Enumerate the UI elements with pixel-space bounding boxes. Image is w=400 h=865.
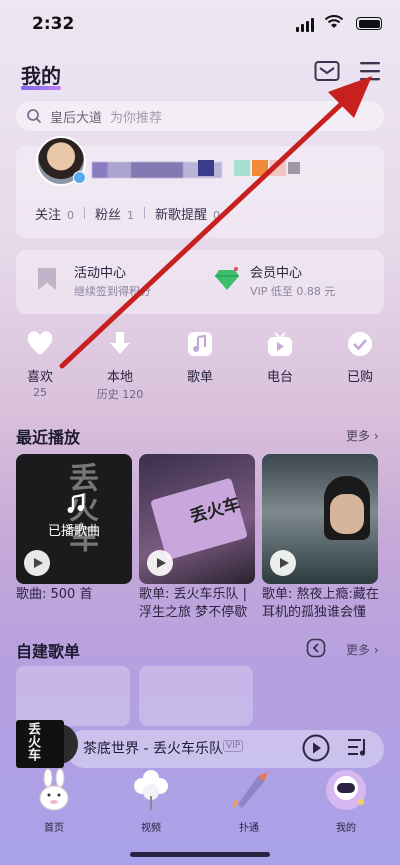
quick-radio[interactable]: 电台	[250, 330, 310, 385]
wifi-icon	[324, 15, 344, 28]
rocket-icon	[232, 772, 268, 808]
music-note-icon	[67, 493, 85, 513]
title-underline	[21, 86, 61, 90]
tab-video[interactable]: 视频	[116, 768, 186, 834]
profile-card[interactable]: 关注 0 粉丝 1 新歌提醒 0	[16, 136, 384, 238]
top-bar: 我的	[0, 56, 400, 92]
mini-player[interactable]: 丢火车 茶底世界 - 丢火车乐队 VIP	[0, 720, 400, 772]
menu-icon[interactable]	[358, 60, 382, 82]
import-icon[interactable]	[306, 638, 326, 658]
playlist-placeholder[interactable]	[139, 666, 253, 726]
played-songs-overlay: 已播歌曲	[47, 524, 100, 539]
section-recent-title: 最近播放	[16, 428, 81, 447]
recent-tile-songs[interactable]: 丢火车 已播歌曲	[16, 454, 132, 584]
search-query: 皇后大道	[50, 110, 103, 126]
flower-icon	[134, 770, 168, 810]
quick-local[interactable]: 本地 历史 120	[90, 330, 150, 402]
created-more-link[interactable]: 更多 ›	[346, 641, 379, 658]
home-indicator	[130, 852, 270, 857]
vip-badge: VIP	[223, 740, 244, 752]
status-bar: 2:32	[0, 0, 400, 46]
message-icon[interactable]	[314, 60, 340, 82]
battery-icon	[356, 17, 382, 30]
avatar[interactable]	[36, 136, 86, 186]
bookmark-icon	[38, 268, 56, 290]
quick-playlist[interactable]: 歌单	[170, 330, 230, 385]
activity-center-button[interactable]: 活动中心 继续签到得积分	[74, 262, 151, 299]
quick-purchased[interactable]: 已购	[330, 330, 390, 385]
quick-like[interactable]: 喜欢 25	[10, 330, 70, 399]
level-badges	[198, 160, 300, 176]
tab-bar: 首页 视频 扑通 我的	[0, 768, 400, 834]
section-created-title: 自建歌单	[16, 642, 81, 661]
search-hint: 为你推荐	[110, 110, 163, 126]
play-icon[interactable]	[302, 734, 330, 762]
recent-caption-3: 歌单: 熬夜上瘾:藏在耳机的孤独谁会懂	[262, 587, 379, 620]
check-icon	[348, 332, 372, 356]
clock: 2:32	[32, 14, 75, 34]
recent-tile-playlist-band[interactable]: 丢火车	[139, 454, 255, 584]
playlist-placeholder[interactable]	[16, 666, 130, 726]
download-icon	[110, 332, 130, 354]
astronaut-icon	[326, 770, 366, 810]
stat-following[interactable]: 关注 0	[35, 204, 74, 223]
page-title: 我的	[21, 64, 61, 88]
play-button[interactable]	[270, 550, 296, 576]
radio-icon	[268, 332, 292, 356]
playlist-icon[interactable]	[346, 736, 370, 758]
heart-icon	[27, 331, 53, 355]
now-playing-title: 茶底世界 - 丢火车乐队	[83, 741, 223, 757]
tab-mine[interactable]: 我的	[311, 768, 381, 834]
search-input[interactable]: 皇后大道 为你推荐	[16, 101, 384, 131]
verified-badge	[73, 171, 86, 184]
recent-tile-playlist-night[interactable]	[262, 454, 378, 584]
activity-card: 活动中心 继续签到得积分 会员中心 VIP 低至 0.88 元	[16, 250, 384, 314]
recent-caption-1: 歌曲: 500 首	[16, 587, 93, 602]
play-button[interactable]	[24, 550, 50, 576]
play-button[interactable]	[147, 550, 173, 576]
stat-fans[interactable]: 粉丝 1	[95, 204, 134, 223]
tab-home[interactable]: 首页	[19, 768, 89, 834]
rabbit-icon	[39, 768, 69, 811]
recent-more-link[interactable]: 更多 ›	[346, 427, 379, 444]
diamond-icon	[215, 267, 239, 290]
signal-icon	[296, 18, 314, 32]
vip-center-button[interactable]: 会员中心 VIP 低至 0.88 元	[250, 262, 335, 299]
player-cover-text: 丢火车	[25, 722, 40, 761]
music-note-icon	[188, 332, 212, 356]
recent-caption-2: 歌单: 丢火车乐队 | 浮生之旅 梦不停歇	[139, 587, 248, 620]
profile-stats: 关注 0 粉丝 1 新歌提醒 0	[35, 204, 220, 223]
search-icon	[27, 109, 42, 124]
tab-putong[interactable]: 扑通	[214, 768, 284, 834]
stat-new-song-alerts[interactable]: 新歌提醒 0	[155, 204, 220, 223]
player-cover[interactable]: 丢火车	[16, 720, 64, 768]
